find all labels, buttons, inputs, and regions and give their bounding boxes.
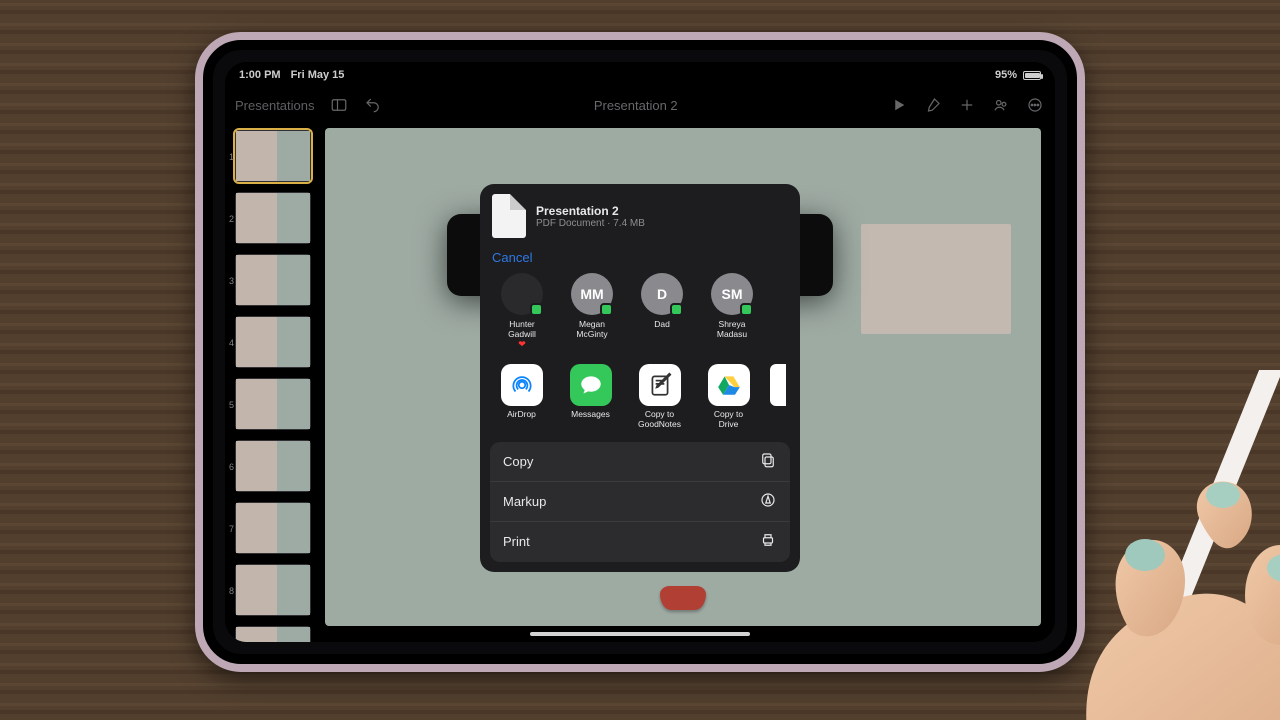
- cancel-button[interactable]: Cancel: [480, 244, 800, 267]
- share-apps-row: AirDrop Messages Copy toGoodNotes Copy toDr…: [480, 360, 800, 442]
- share-contact[interactable]: HunterGadwill❤: [494, 273, 550, 350]
- share-contact[interactable]: SMShreyaMadasu: [704, 273, 760, 350]
- share-contact[interactable]: MMMeganMcGinty: [564, 273, 620, 350]
- share-doc-sub: PDF Document · 7.4 MB: [536, 218, 645, 229]
- share-contacts-row: HunterGadwill❤MMMeganMcGintyDDadSMShreya…: [480, 267, 800, 360]
- action-copy[interactable]: Copy: [490, 442, 790, 482]
- action-label: Copy: [503, 454, 533, 469]
- share-app-partial[interactable]: [770, 364, 786, 430]
- share-sheet: Presentation 2 PDF Document · 7.4 MB Can…: [480, 184, 800, 572]
- ipad-device: 1:00 PM Fri May 15 95% Presentations: [195, 32, 1085, 672]
- print-icon: [759, 531, 777, 552]
- share-contact[interactable]: DDad: [634, 273, 690, 350]
- share-actions: Copy Markup Print: [490, 442, 790, 562]
- share-app-drive[interactable]: Copy toDrive: [701, 364, 756, 430]
- share-app-goodnotes[interactable]: Copy toGoodNotes: [632, 364, 687, 430]
- share-app-airdrop[interactable]: AirDrop: [494, 364, 549, 430]
- ipad-screen: 1:00 PM Fri May 15 95% Presentations: [225, 62, 1055, 642]
- action-label: Markup: [503, 494, 546, 509]
- document-icon: [492, 194, 526, 238]
- home-indicator[interactable]: [530, 632, 750, 636]
- action-label: Print: [503, 534, 530, 549]
- share-doc-name: Presentation 2: [536, 204, 645, 218]
- action-markup[interactable]: Markup: [490, 482, 790, 522]
- copy-icon: [759, 451, 777, 472]
- share-app-messages[interactable]: Messages: [563, 364, 618, 430]
- action-print[interactable]: Print: [490, 522, 790, 562]
- markup-icon: [759, 491, 777, 512]
